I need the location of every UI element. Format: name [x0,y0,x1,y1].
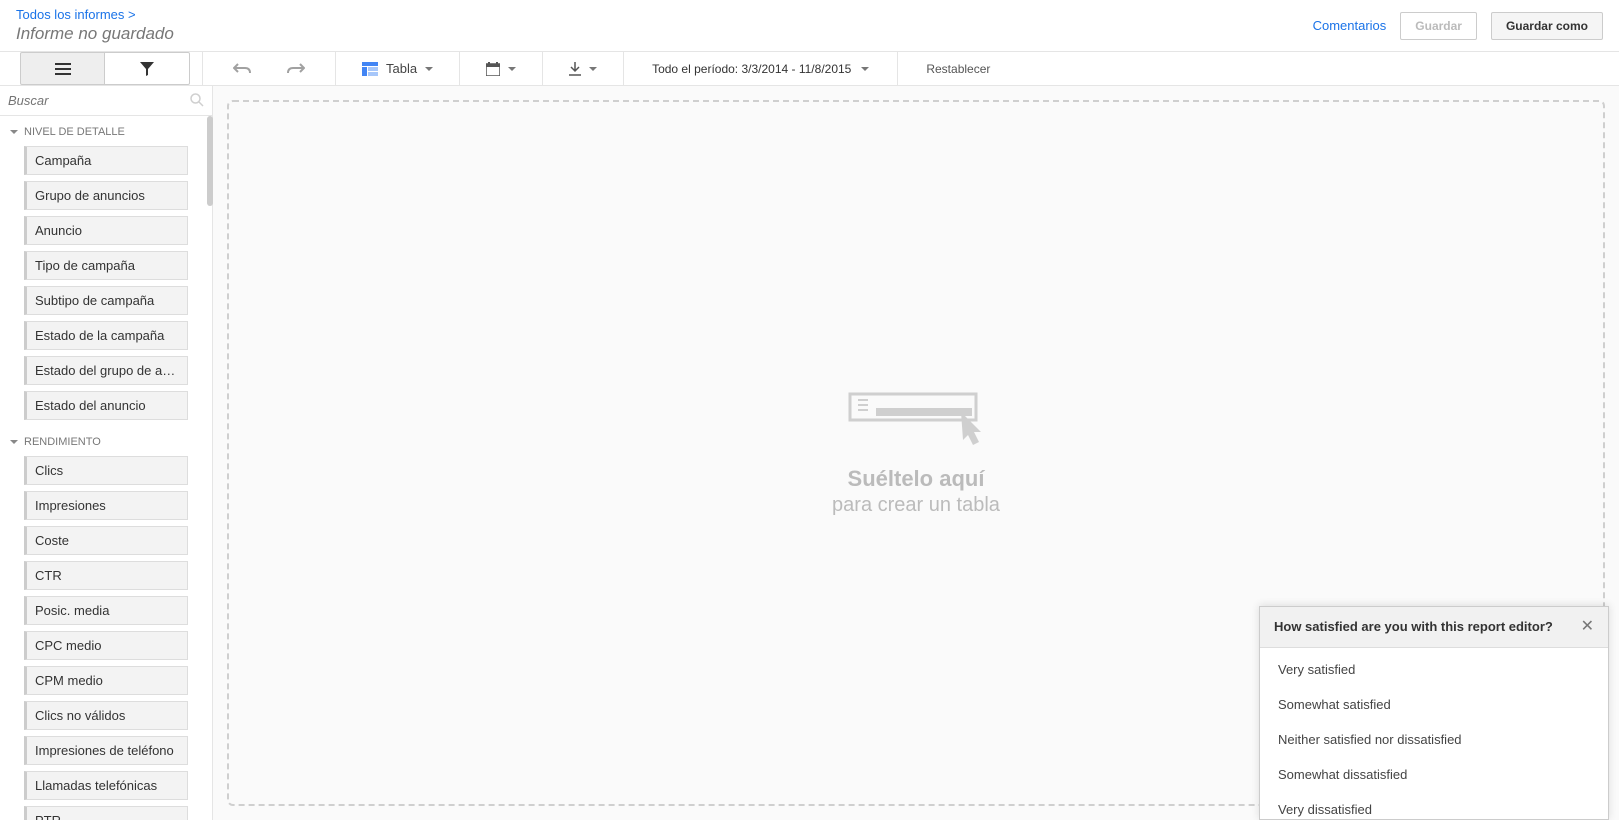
date-range-label: Todo el período: 3/3/2014 - 11/8/2015 [652,62,851,76]
redo-button[interactable] [269,52,323,85]
chevron-down-icon [10,130,18,134]
field-pill[interactable]: Posic. media [24,596,188,625]
date-range-selector[interactable]: Todo el período: 3/3/2014 - 11/8/2015 [636,52,885,85]
search-input[interactable] [0,86,212,115]
survey-option[interactable]: Somewhat satisfied [1260,687,1608,722]
chevron-down-icon [425,67,433,71]
calendar-icon [486,62,500,76]
dropzone-title: Suéltelo aquí [848,466,985,492]
toolbar: Tabla Todo el período: 3/3/2014 - 11/8/2… [0,52,1619,86]
survey-question: How satisfied are you with this report e… [1274,619,1553,634]
save-button: Guardar [1400,12,1477,40]
fields-tab[interactable] [20,52,105,85]
section-detail-title: NIVEL DE DETALLE [24,126,125,138]
chevron-down-icon [861,67,869,71]
header-right: Comentarios Guardar Guardar como [1313,12,1603,40]
list-icon [55,63,71,75]
sidebar: NIVEL DE DETALLE Campaña Grupo de anunci… [0,86,213,820]
sidebar-scroll[interactable]: NIVEL DE DETALLE Campaña Grupo de anunci… [0,116,212,820]
download-icon [569,62,581,76]
field-pill[interactable]: Estado del anuncio [24,391,188,420]
undo-button[interactable] [215,52,269,85]
field-pill[interactable]: PTR [24,806,188,820]
survey-popup: How satisfied are you with this report e… [1259,606,1609,820]
section-detail-header[interactable]: NIVEL DE DETALLE [0,116,212,146]
drop-card-icon [846,390,986,446]
survey-option[interactable]: Neither satisfied nor dissatisfied [1260,722,1608,757]
field-pill[interactable]: Anuncio [24,216,188,245]
section-performance-title: RENDIMIENTO [24,436,101,448]
field-pill[interactable]: Clics [24,456,188,485]
field-pill[interactable]: Impresiones [24,491,188,520]
field-pill[interactable]: Grupo de anuncios [24,181,188,210]
undo-icon [233,62,251,76]
save-as-button[interactable]: Guardar como [1491,12,1603,40]
download-button[interactable] [555,52,611,85]
survey-header: How satisfied are you with this report e… [1260,607,1608,648]
chevron-down-icon [508,67,516,71]
search-wrap [0,86,212,116]
field-pill[interactable]: Coste [24,526,188,555]
field-pill[interactable]: CPC medio [24,631,188,660]
field-pill[interactable]: Subtipo de campaña [24,286,188,315]
filter-icon [140,62,154,76]
survey-body: Very satisfied Somewhat satisfied Neithe… [1260,648,1608,819]
section-performance-header[interactable]: RENDIMIENTO [0,426,212,456]
field-pill[interactable]: Campaña [24,146,188,175]
field-pill[interactable]: Impresiones de teléfono [24,736,188,765]
header-left: Todos los informes > Informe no guardado [16,7,174,44]
redo-icon [287,62,305,76]
chevron-down-icon [589,67,597,71]
header: Todos los informes > Informe no guardado… [0,0,1619,52]
chevron-down-icon [10,440,18,444]
filter-tab[interactable] [105,52,190,85]
search-icon [190,93,204,107]
survey-option[interactable]: Very dissatisfied [1260,792,1608,819]
field-pill[interactable]: Clics no válidos [24,701,188,730]
field-pill[interactable]: Estado del grupo de anunci [24,356,188,385]
reset-button[interactable]: Restablecer [910,52,1006,85]
field-pill[interactable]: Estado de la campaña [24,321,188,350]
field-pill[interactable]: Llamadas telefónicas [24,771,188,800]
chart-type-selector[interactable]: Tabla [348,52,447,85]
breadcrumb-link[interactable]: Todos los informes > [16,7,174,22]
table-icon [362,62,378,76]
survey-option[interactable]: Somewhat dissatisfied [1260,757,1608,792]
close-icon[interactable]: ✕ [1581,619,1594,635]
chart-type-label: Tabla [386,61,417,76]
field-pill[interactable]: CPM medio [24,666,188,695]
field-pill[interactable]: CTR [24,561,188,590]
page-title: Informe no guardado [16,24,174,44]
date-picker-button[interactable] [472,52,530,85]
comments-link[interactable]: Comentarios [1313,18,1387,33]
survey-option[interactable]: Very satisfied [1260,652,1608,687]
field-pill[interactable]: Tipo de campaña [24,251,188,280]
dropzone-subtitle: para crear un tabla [832,494,1000,517]
